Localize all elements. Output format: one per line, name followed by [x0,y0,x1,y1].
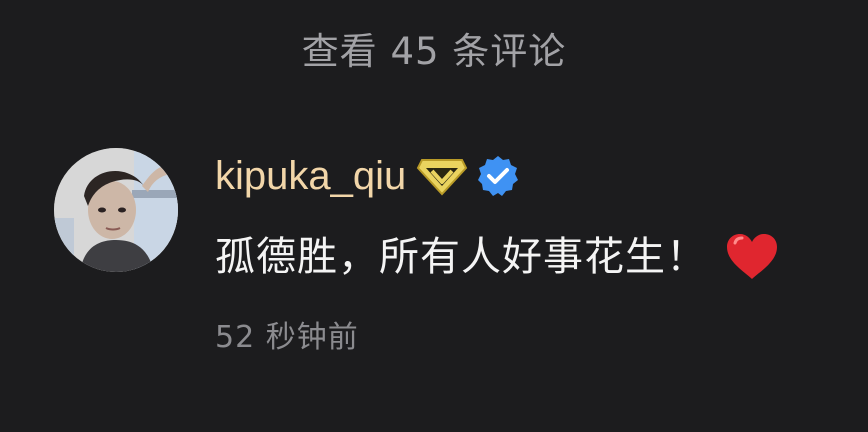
vip-diamond-icon[interactable] [416,156,468,196]
comment-content: 孤德胜，所有人好事花生！ [215,230,779,284]
comment-item: kipuka_qiu 孤德胜，所有人好事花生！ 52 秒钟前 [54,148,844,378]
avatar-photo-icon [54,148,178,272]
timestamp: 52 秒钟前 [215,320,359,355]
username[interactable]: kipuka_qiu [215,148,406,204]
red-heart-icon [725,232,779,282]
avatar[interactable] [54,148,178,272]
user-line: kipuka_qiu [215,148,520,204]
comment-text: 孤德胜，所有人好事花生！ [215,234,707,280]
view-comments-link[interactable]: 查看 45 条评论 [0,26,868,78]
verified-check-icon[interactable] [476,154,520,198]
